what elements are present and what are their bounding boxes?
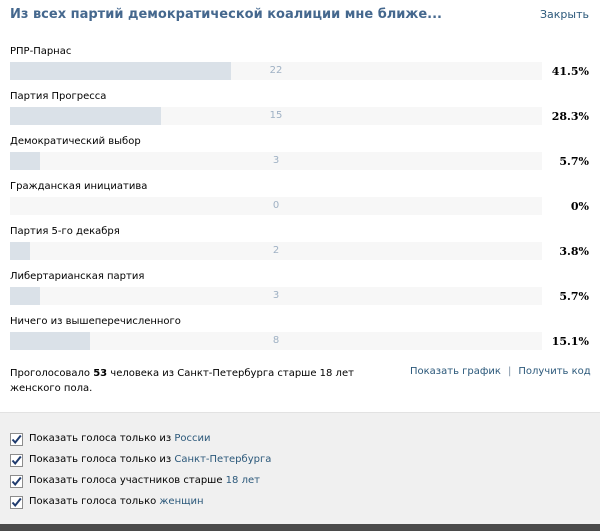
poll-option[interactable]: РПР-Парнас 22 41.5% [0,46,600,91]
result-bar: 3 [10,287,542,305]
show-graph-link[interactable]: Показать график [410,366,501,377]
vote-percent: 28.3% [551,110,589,123]
option-label: Партия 5-го декабря [10,226,120,237]
vote-summary: Проголосовало 53 человека из Санкт-Петер… [10,366,390,396]
result-bar: 0 [10,197,542,215]
result-bar: 15 [10,107,542,125]
checkmark-icon [11,476,22,487]
vote-count: 15 [269,110,283,121]
checkbox[interactable] [10,475,23,488]
filter-label: Показать голоса участников старше 18 лет [29,475,260,486]
poll-title: Из всех партий демократической коалиции … [10,7,442,22]
link-separator: | [507,366,512,377]
option-label: Демократический выбор [10,136,141,147]
vote-percent: 5.7% [559,290,589,303]
checkmark-icon [11,497,22,508]
result-bar: 8 [10,332,542,350]
summary-prefix: Проголосовало [10,368,94,379]
checkbox[interactable] [10,433,23,446]
poll-option[interactable]: Демократический выбор 3 5.7% [0,136,600,181]
filter-label: Показать голоса только женщин [29,496,204,507]
vote-count: 3 [272,155,280,166]
checkmark-icon [11,434,22,445]
vote-count: 0 [272,200,280,211]
filter-value[interactable]: женщин [159,496,203,507]
vote-percent: 0% [570,200,589,213]
result-bar: 22 [10,62,542,80]
poll-option[interactable]: Ничего из вышеперечисленного 8 15.1% [0,316,600,361]
vote-percent: 15.1% [551,335,589,348]
poll-option[interactable]: Либертарианская партия 3 5.7% [0,271,600,316]
poll-option[interactable]: Партия Прогресса 15 28.3% [0,91,600,136]
option-label: Партия Прогресса [10,91,107,102]
filter-value[interactable]: 18 лет [226,475,260,486]
poll-header: Из всех партий демократической коалиции … [0,0,600,32]
vote-count: 22 [269,65,283,76]
window-bottom-border [0,524,600,531]
option-label: Гражданская инициатива [10,181,148,192]
option-label: Либертарианская партия [10,271,145,282]
filter-panel: Показать голоса только из России Показат… [0,412,600,525]
filter-value[interactable]: Санкт-Петербурга [174,454,271,465]
filter-value[interactable]: России [174,433,210,444]
poll-option[interactable]: Гражданская инициатива 0 0% [0,181,600,226]
result-bar: 2 [10,242,542,260]
filter-label: Показать голоса только из России [29,433,211,444]
vote-count: 2 [272,245,280,256]
checkbox[interactable] [10,454,23,467]
poll-actions: Показать график | Получить код [410,366,591,377]
close-link[interactable]: Закрыть [540,8,589,21]
vote-percent: 3.8% [559,245,589,258]
get-code-link[interactable]: Получить код [518,366,590,377]
vote-count: 8 [272,335,280,346]
voter-count: 53 [93,368,108,379]
option-label: Ничего из вышеперечисленного [10,316,181,327]
result-bar: 3 [10,152,542,170]
vote-count: 3 [272,290,280,301]
vote-percent: 41.5% [551,65,589,78]
option-label: РПР-Парнас [10,46,72,57]
checkmark-icon [11,455,22,466]
checkbox[interactable] [10,496,23,509]
filter-label: Показать голоса только из Санкт-Петербур… [29,454,272,465]
poll-option[interactable]: Партия 5-го декабря 2 3.8% [0,226,600,271]
vote-percent: 5.7% [559,155,589,168]
